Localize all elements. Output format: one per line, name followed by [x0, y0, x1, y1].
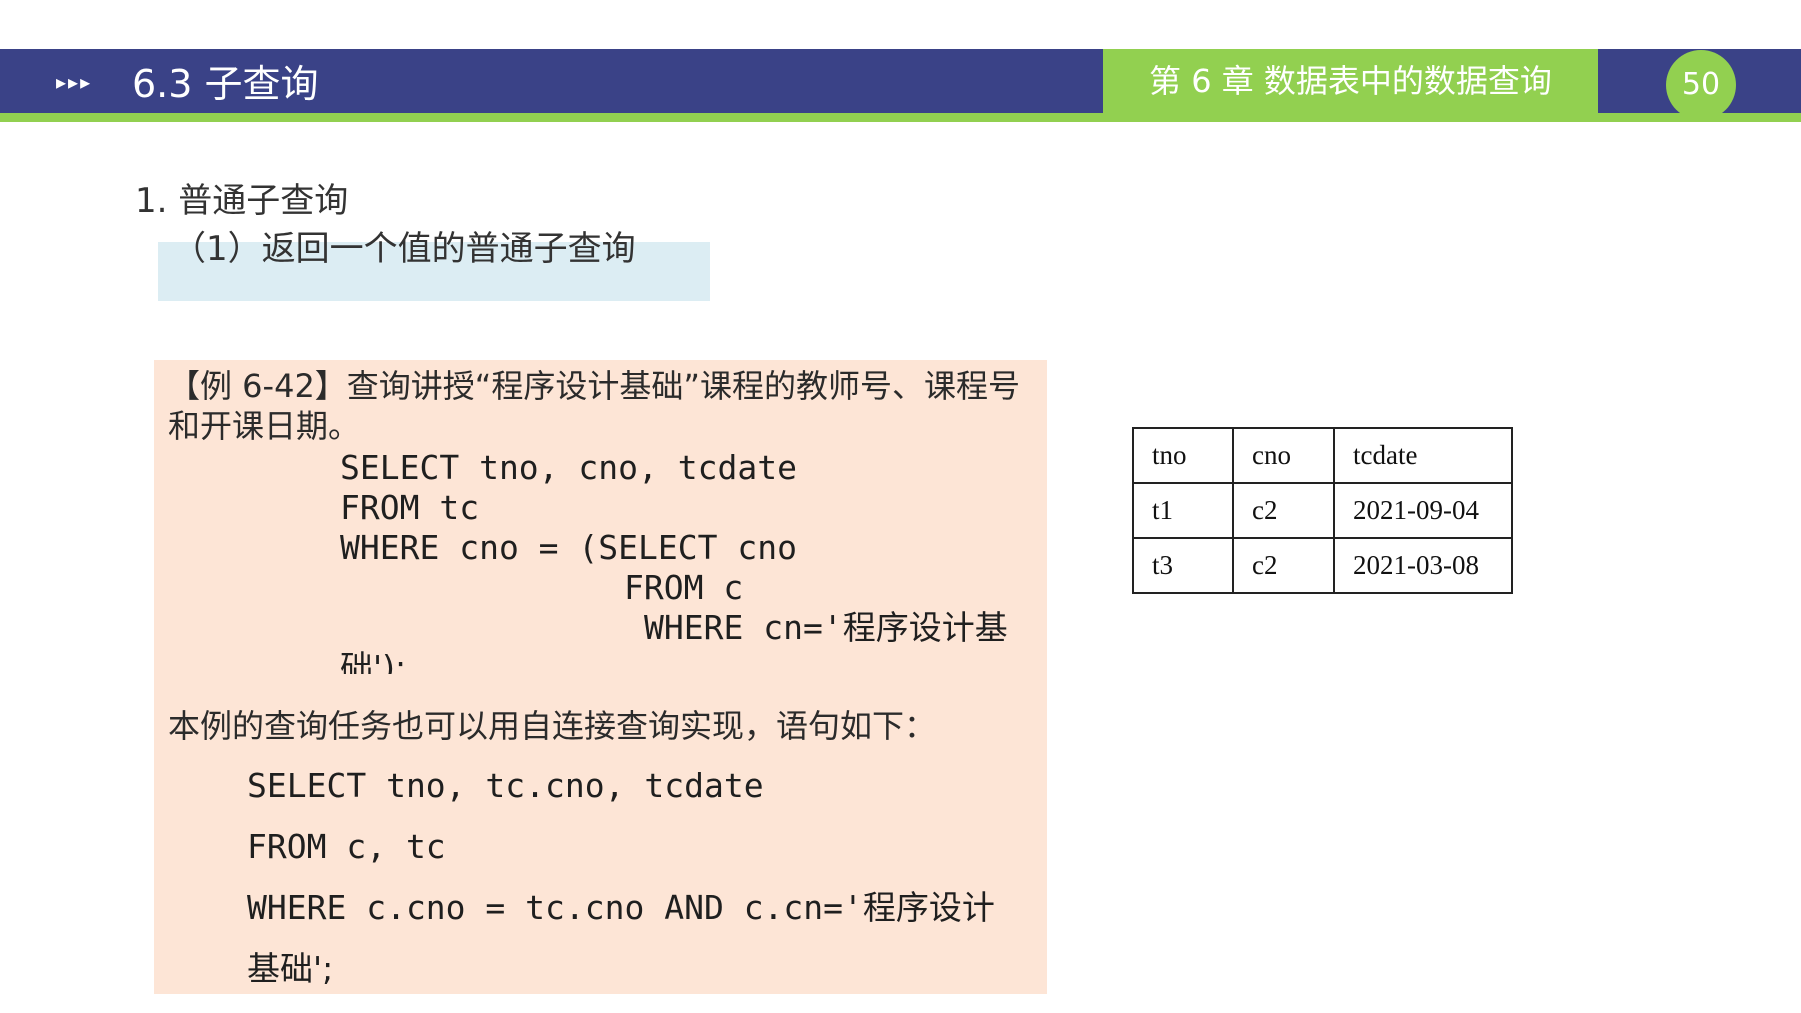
- table-cell: 2021-09-04: [1333, 482, 1513, 539]
- table-cell: t3: [1132, 537, 1234, 594]
- heading: 1. 普通子查询: [135, 181, 349, 221]
- code-line: WHERE cn='程序设计基: [644, 608, 1008, 648]
- result-table: tno cno tcdate t1 c2 2021-09-04 t3 c2 20…: [1132, 427, 1513, 594]
- code-text: WHERE c.cno = tc.cno AND c.cn=': [247, 888, 863, 927]
- table-header-cell: tno: [1132, 427, 1234, 484]
- table-header-cell: tcdate: [1333, 427, 1513, 484]
- code-line: WHERE cno = (SELECT cno: [340, 528, 797, 567]
- table-cell: 2021-03-08: [1333, 537, 1513, 594]
- arrows-icon: ▸▸▸: [56, 70, 93, 94]
- code-text: WHERE cn=': [644, 608, 843, 647]
- example-title: 【例 6-42】查询讲授“程序设计基础”课程的教师号、课程号和开课日期。: [168, 367, 1020, 445]
- table-cell: c2: [1232, 482, 1335, 539]
- code-text: 程序设计: [862, 888, 995, 927]
- join-code-line: WHERE c.cno = tc.cno AND c.cn='程序设计: [247, 886, 995, 930]
- table-row: t1 c2 2021-09-04: [1132, 482, 1513, 539]
- table-header-row: tno cno tcdate: [1132, 427, 1513, 484]
- code-text: 础');: [340, 648, 407, 674]
- subquery-code-block: SELECT tno, cno, tcdate FROM tc WHERE cn…: [168, 448, 1048, 674]
- chapter-title: 第 6 章 数据表中的数据查询: [1103, 49, 1598, 113]
- code-line: FROM c: [624, 568, 744, 607]
- code-line: 础');: [340, 648, 406, 674]
- code-text: 程序设计基: [842, 608, 1008, 647]
- table-cell: c2: [1232, 537, 1335, 594]
- section-title: 6.3 子查询: [132, 62, 319, 106]
- subheading: （1）返回一个值的普通子查询: [172, 229, 636, 269]
- table-row: t3 c2 2021-03-08: [1132, 537, 1513, 594]
- table-cell: t1: [1132, 482, 1234, 539]
- explanation-text: 本例的查询任务也可以用自连接查询实现，语句如下：: [168, 707, 937, 745]
- join-code-line: FROM c, tc: [247, 827, 446, 866]
- page-number: 50: [1666, 50, 1736, 120]
- join-code-line: 基础';: [247, 949, 334, 988]
- join-code-line: SELECT tno, tc.cno, tcdate: [247, 766, 764, 805]
- table-header-cell: cno: [1232, 427, 1335, 484]
- header-underline: [0, 113, 1801, 122]
- code-line: SELECT tno, cno, tcdate: [340, 448, 797, 487]
- code-line: FROM tc: [340, 488, 480, 527]
